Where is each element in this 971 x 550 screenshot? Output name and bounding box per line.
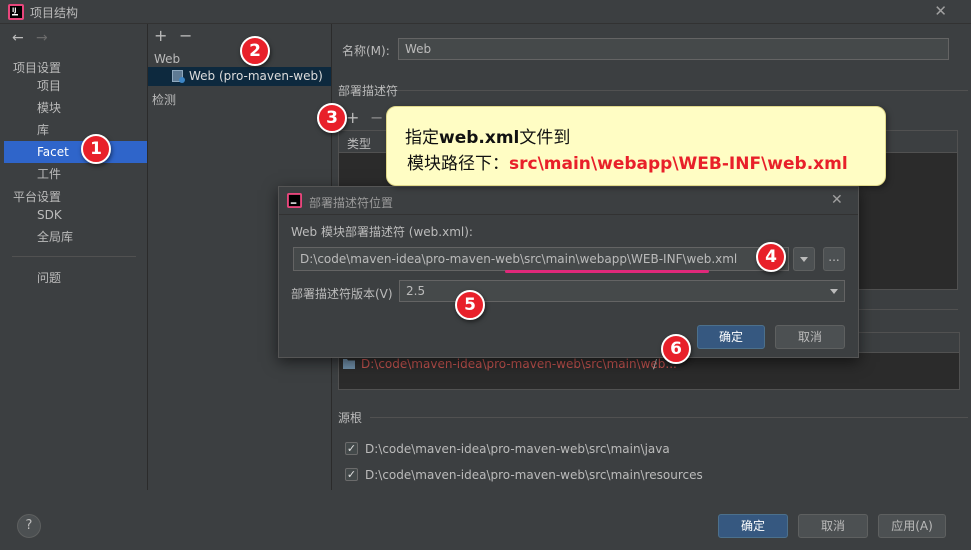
ok-button[interactable]: 确定 [718, 514, 788, 538]
descriptor-path-field[interactable]: D:\code\maven-idea\pro-maven-web\src\mai… [293, 247, 789, 271]
back-arrow-icon[interactable]: ← [12, 30, 24, 46]
web-resource-relative-path: / [653, 357, 658, 371]
remove-facet-button[interactable]: − [179, 26, 192, 45]
descriptor-path-label: Web 模块部署描述符 (web.xml): [291, 225, 473, 239]
add-descriptor-button[interactable]: + [346, 108, 359, 127]
descriptor-location-dialog: 部署描述符位置 ✕ Web 模块部署描述符 (web.xml): D:\code… [278, 186, 859, 358]
instruction-callout: 指定web.xml文件到 模块路径下：src\main\webapp\WEB-I… [386, 106, 886, 186]
section-divider [398, 90, 968, 91]
path-dropdown-button[interactable] [793, 247, 815, 271]
version-label: 部署描述符版本(V) [291, 287, 393, 301]
sidebar-item-modules[interactable]: 模块 [0, 97, 147, 119]
section-project-settings: 项目设置 [13, 61, 62, 75]
step-badge-1: 1 [81, 134, 111, 164]
sidebar-item-facet[interactable]: Facet [4, 141, 147, 163]
dialog-close-icon[interactable]: ✕ [831, 192, 843, 208]
step-badge-5: 5 [455, 290, 485, 320]
browse-button[interactable]: ... [823, 247, 845, 271]
tree-item-web-facet[interactable]: Web (pro-maven-web) [148, 67, 331, 86]
sidebar-item-artifacts[interactable]: 工件 [0, 163, 147, 185]
tree-group-web: Web [154, 52, 181, 66]
sidebar-item-global-libraries[interactable]: 全局库 [0, 226, 147, 248]
callout-line-2: 模块路径下：src\main\webapp\WEB-INF\web.xml [407, 149, 848, 174]
window-title: 项目结构 [30, 6, 79, 20]
intellij-logo-icon: IJ [8, 4, 24, 20]
chevron-down-icon [830, 289, 838, 294]
add-facet-button[interactable]: + [154, 26, 167, 45]
web-facet-icon [172, 70, 185, 83]
step-badge-6: 6 [661, 334, 691, 364]
sidebar: ← → 项目设置 项目 模块 库 Facet 工件 平台设置 SDK 全局库 问… [0, 24, 148, 550]
callout-text: 模块路径下： [407, 154, 509, 174]
source-root-checkbox[interactable]: ✓ [345, 442, 358, 455]
version-value: 2.5 [406, 284, 426, 298]
chevron-down-icon [800, 257, 808, 262]
sidebar-divider [12, 256, 136, 257]
callout-text: 文件到 [519, 128, 571, 148]
sidebar-item-problems[interactable]: 问题 [0, 267, 147, 289]
step-badge-4: 4 [756, 242, 786, 272]
section-divider [370, 417, 968, 418]
dialog-title-bar: 部署描述符位置 ✕ [279, 187, 858, 215]
callout-line-1: 指定web.xml文件到 [405, 123, 570, 148]
close-icon[interactable]: ✕ [934, 2, 947, 20]
source-roots-section: 源根 [338, 411, 363, 425]
tree-item-label: Web (pro-maven-web) [189, 69, 323, 83]
web-resource-path: D:\code\maven-idea\pro-maven-web\src\mai… [361, 357, 677, 371]
column-type: 类型 [347, 137, 372, 151]
deploy-descriptor-section: 部署描述符 [338, 84, 399, 98]
folder-icon [343, 359, 355, 369]
help-button[interactable]: ? [17, 514, 41, 538]
tree-group-detection: 检测 [152, 93, 177, 107]
title-bar: IJ 项目结构 ✕ [0, 0, 971, 24]
callout-target-path: src\main\webapp\WEB-INF\web.xml [509, 154, 848, 174]
apply-button[interactable]: 应用(A) [878, 514, 946, 538]
source-root-resources: D:\code\maven-idea\pro-maven-web\src\mai… [365, 468, 703, 482]
sidebar-item-project[interactable]: 项目 [0, 75, 147, 97]
source-root-checkbox[interactable]: ✓ [345, 468, 358, 481]
callout-filename: web.xml [439, 128, 520, 148]
step-badge-2: 2 [240, 36, 270, 66]
dialog-ok-button[interactable]: 确定 [697, 325, 765, 349]
intellij-logo-icon [287, 193, 302, 208]
source-root-java: D:\code\maven-idea\pro-maven-web\src\mai… [365, 442, 670, 456]
path-highlight-underline [505, 270, 709, 273]
remove-descriptor-button[interactable]: − [370, 108, 383, 127]
callout-text: 指定 [405, 128, 439, 148]
sidebar-item-libraries[interactable]: 库 [0, 119, 147, 141]
name-field[interactable]: Web [398, 38, 949, 60]
section-platform-settings: 平台设置 [13, 190, 62, 204]
dialog-footer: ? 确定 取消 应用(A) [0, 490, 971, 550]
step-badge-3: 3 [317, 103, 347, 133]
svg-text:IJ: IJ [12, 7, 16, 14]
cancel-button[interactable]: 取消 [798, 514, 868, 538]
name-label: 名称(M): [342, 44, 390, 58]
dialog-title: 部署描述符位置 [309, 196, 394, 210]
forward-arrow-icon[interactable]: → [36, 30, 48, 46]
sidebar-item-sdk[interactable]: SDK [0, 204, 147, 226]
dialog-cancel-button[interactable]: 取消 [775, 325, 845, 349]
